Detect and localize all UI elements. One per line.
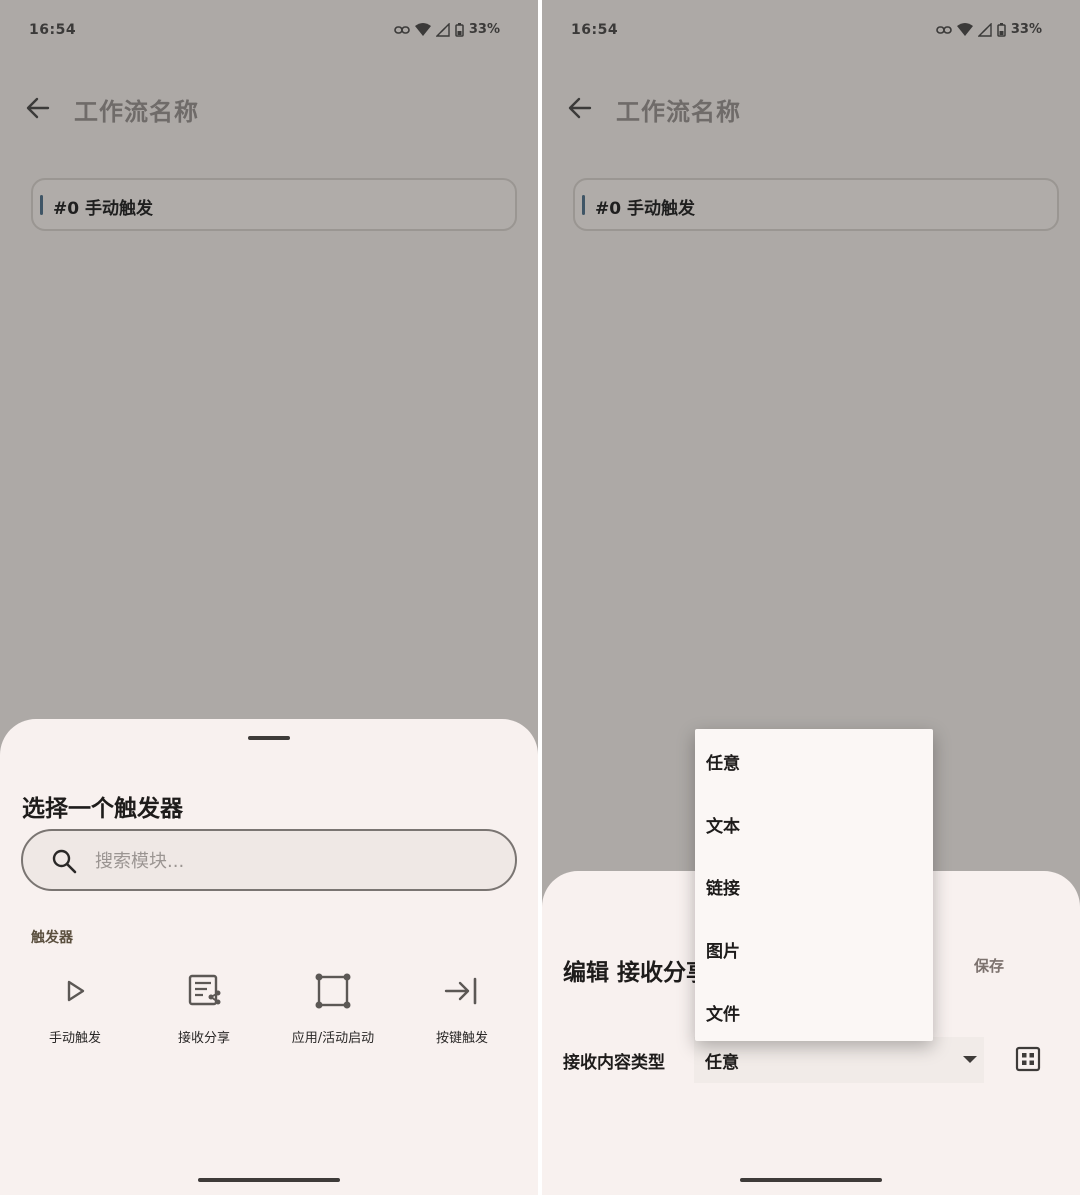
trigger-item-share[interactable]: 接收分享: [144, 971, 264, 1051]
app-frame-icon: [315, 973, 351, 1009]
trigger-card-label: #0 手动触发: [53, 199, 153, 219]
sheet-title: 选择一个触发器: [22, 796, 183, 822]
content-type-select[interactable]: 任意: [694, 1037, 984, 1083]
search-input[interactable]: [95, 843, 475, 879]
chevron-down-icon: [963, 1056, 977, 1063]
key-trigger-icon: [444, 977, 477, 1005]
battery-icon: [455, 22, 464, 37]
status-time: 16:54: [29, 22, 77, 38]
save-button[interactable]: 保存: [974, 955, 1004, 976]
trigger-item-key[interactable]: 按键触发: [402, 971, 522, 1051]
dropdown-option[interactable]: 文本: [695, 792, 933, 854]
content-type-label: 接收内容类型: [563, 1053, 665, 1073]
trigger-item-label: 手动触发: [48, 1031, 101, 1046]
battery-icon: [997, 22, 1006, 37]
variable-grid-icon[interactable]: [1015, 1046, 1041, 1072]
app-bar: 工作流名称: [0, 88, 538, 128]
dropdown-option-label: 图片: [706, 942, 740, 962]
back-arrow-icon[interactable]: [566, 94, 594, 122]
share-receive-icon: [188, 974, 221, 1006]
wifi-icon: [956, 22, 973, 36]
trigger-item-label: 应用/活动启动: [291, 1031, 375, 1046]
page-title: 工作流名称: [74, 98, 199, 126]
app-bar: 工作流名称: [542, 88, 1080, 128]
dropdown-option-label: 任意: [706, 754, 740, 774]
signal-icon: [977, 22, 992, 37]
search-box[interactable]: [21, 829, 517, 891]
search-icon: [52, 849, 77, 874]
workflow-trigger-card[interactable]: #0 手动触发: [573, 178, 1059, 231]
dropdown-option[interactable]: 图片: [695, 917, 933, 979]
left-phone-screen: 16:54 33% 工作流名称 #0 手动触发 选择一个触发器 触发器 手动触发: [0, 0, 538, 1195]
dropdown-option[interactable]: 任意: [695, 729, 933, 791]
section-label: 触发器: [31, 930, 73, 946]
drag-handle[interactable]: [248, 736, 290, 740]
status-icons: 33%: [936, 22, 1042, 37]
play-icon: [67, 980, 85, 1002]
status-time: 16:54: [571, 22, 619, 38]
trigger-item-app-launch[interactable]: 应用/活动启动: [273, 971, 393, 1051]
trigger-card-label: #0 手动触发: [595, 199, 695, 219]
signal-icon: [435, 22, 450, 37]
back-arrow-icon[interactable]: [24, 94, 52, 122]
home-indicator[interactable]: [198, 1178, 340, 1182]
status-bar: 16:54 33%: [0, 22, 538, 46]
trigger-card-accent: [40, 195, 43, 215]
content-type-value: 任意: [705, 1053, 739, 1073]
sheet-title: 编辑 接收分享: [563, 960, 710, 986]
content-type-dropdown: 任意 文本 链接 图片 文件: [695, 729, 933, 1041]
link-icon: [936, 25, 952, 34]
dropdown-option-label: 链接: [706, 879, 740, 899]
trigger-card-accent: [582, 195, 585, 215]
trigger-item-label: 按键触发: [435, 1031, 488, 1046]
wifi-icon: [414, 22, 431, 36]
right-phone-screen: 16:54 33% 工作流名称 #0 手动触发 编辑 接收分享 保存 接收内容类…: [542, 0, 1080, 1195]
status-icons: 33%: [394, 22, 500, 37]
trigger-item-label: 接收分享: [177, 1031, 230, 1046]
dropdown-option-label: 文本: [706, 817, 740, 837]
dropdown-option[interactable]: 文件: [695, 980, 933, 1042]
battery-percentage: 33%: [468, 22, 500, 37]
dropdown-option[interactable]: 链接: [695, 854, 933, 916]
workflow-trigger-card[interactable]: #0 手动触发: [31, 178, 517, 231]
home-indicator[interactable]: [740, 1178, 882, 1182]
battery-percentage: 33%: [1010, 22, 1042, 37]
trigger-item-manual[interactable]: 手动触发: [15, 971, 135, 1051]
status-bar: 16:54 33%: [542, 22, 1080, 46]
page-title: 工作流名称: [616, 98, 741, 126]
trigger-grid: 手动触发 接收分享 应用/活动启动 按键触发: [0, 971, 538, 1051]
link-icon: [394, 25, 410, 34]
trigger-picker-sheet: 选择一个触发器 触发器 手动触发 接收分享 应用/活动启动 按键触发: [0, 719, 538, 1195]
dropdown-option-label: 文件: [706, 1005, 740, 1025]
